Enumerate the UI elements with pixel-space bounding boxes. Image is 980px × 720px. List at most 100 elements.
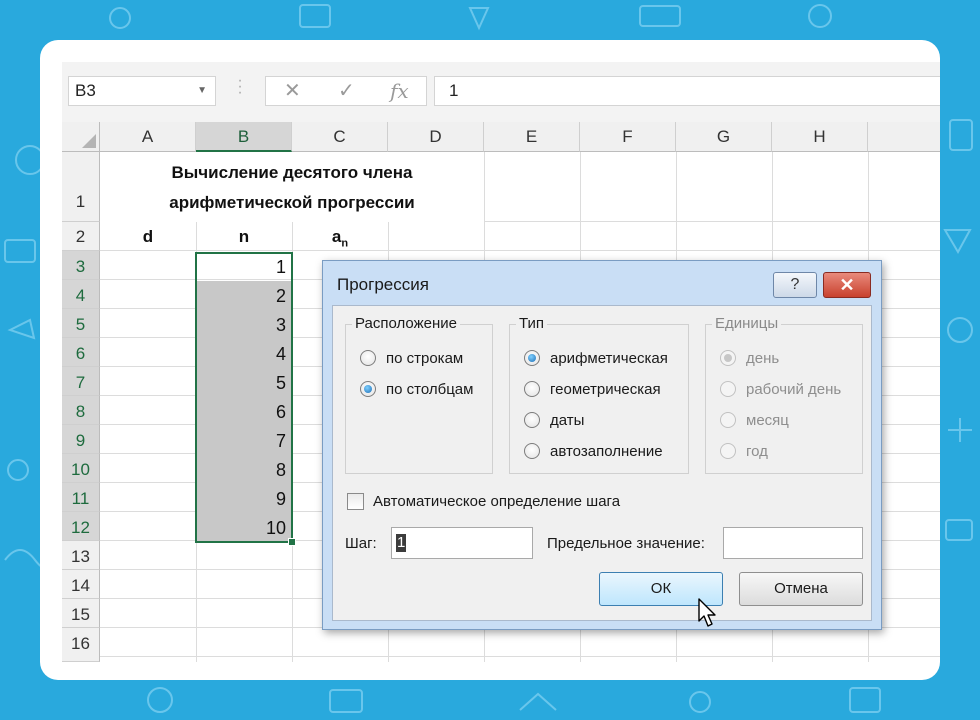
row-header-14[interactable]: 14 [62, 570, 100, 599]
n-cell[interactable]: 6 [196, 397, 292, 426]
dialog-body: Расположение по строкам по столбцам Тип … [332, 305, 872, 621]
radio-month-label: месяц [746, 412, 789, 429]
header-an-cell[interactable]: an [292, 224, 388, 250]
n-cell[interactable]: 8 [196, 455, 292, 484]
sheet-title-cell[interactable]: Вычисление десятого члена арифметической… [100, 152, 484, 222]
n-cell[interactable]: 2 [196, 281, 292, 310]
cancel-icon[interactable]: ✕ [284, 77, 301, 105]
enter-icon[interactable]: ✓ [338, 77, 355, 105]
close-button[interactable]: ✕ [823, 272, 871, 298]
radio-autofill-label: автозаполнение [550, 443, 663, 460]
radio-arithmetic[interactable]: арифметическая [524, 349, 668, 369]
fill-handle[interactable] [288, 538, 296, 546]
column-header-b[interactable]: B [196, 122, 292, 152]
row-header-9[interactable]: 9 [62, 425, 100, 454]
units-group-label: Единицы [712, 315, 782, 332]
radio-circle-icon [524, 381, 540, 397]
column-header-c[interactable]: C [292, 122, 388, 152]
insert-function-icon[interactable]: fx [390, 77, 409, 105]
header-d-cell[interactable]: d [100, 224, 196, 250]
units-group: Единицы день рабочий день месяц год [705, 315, 863, 474]
n-cell[interactable]: 10 [196, 513, 292, 542]
row-header-3[interactable]: 3 [62, 251, 100, 280]
location-group-label: Расположение [352, 315, 460, 332]
radio-month: месяц [720, 411, 789, 431]
limit-input[interactable] [723, 527, 863, 559]
row-header-11[interactable]: 11 [62, 483, 100, 512]
column-header-a[interactable]: A [100, 122, 196, 152]
header-an-subscript: n [341, 237, 349, 250]
formula-bar: B3 ▼ · · · ✕ ✓ fx 1 [62, 62, 940, 122]
row-header-6[interactable]: 6 [62, 338, 100, 367]
step-label: Шаг: [345, 535, 377, 552]
radio-circle-icon [524, 443, 540, 459]
radio-circle-icon [720, 412, 736, 428]
radio-circle-icon [720, 443, 736, 459]
progression-dialog: Прогрессия ? ✕ Расположение по строкам п… [322, 260, 882, 630]
row-header-8[interactable]: 8 [62, 396, 100, 425]
radio-day: день [720, 349, 779, 369]
auto-step-checkbox[interactable]: Автоматическое определение шага [347, 492, 620, 512]
row-header-4[interactable]: 4 [62, 280, 100, 309]
column-header-f[interactable]: F [580, 122, 676, 152]
radio-geometric[interactable]: геометрическая [524, 380, 661, 400]
radio-day-label: день [746, 350, 780, 367]
n-cell[interactable]: 9 [196, 484, 292, 513]
help-button[interactable]: ? [773, 272, 817, 298]
column-header-g[interactable]: G [676, 122, 772, 152]
radio-dates[interactable]: даты [524, 411, 584, 431]
name-box[interactable]: B3 ▼ [68, 76, 216, 106]
radio-dates-label: даты [550, 412, 585, 429]
type-group-label: Тип [516, 315, 548, 332]
row-header-16[interactable]: 16 [62, 628, 100, 662]
radio-autofill[interactable]: автозаполнение [524, 442, 663, 462]
auto-step-label: Автоматическое определение шага [373, 493, 621, 510]
column-header-d[interactable]: D [388, 122, 484, 152]
formula-buttons: ✕ ✓ fx [265, 76, 427, 106]
n-cell[interactable]: 4 [196, 339, 292, 368]
radio-by-rows-label: по строкам [386, 350, 464, 367]
row-header-2[interactable]: 2 [62, 222, 100, 251]
name-box-value: B3 [75, 81, 96, 100]
radio-selected-icon [720, 350, 736, 366]
row-header-7[interactable]: 7 [62, 367, 100, 396]
n-cell[interactable]: 7 [196, 426, 292, 455]
row-header-10[interactable]: 10 [62, 454, 100, 483]
dialog-title: Прогрессия [337, 275, 429, 294]
select-all-corner[interactable] [62, 122, 100, 152]
column-header-i[interactable]: I [868, 122, 940, 152]
radio-geometric-label: геометрическая [550, 381, 661, 398]
step-input[interactable]: 1 [391, 527, 533, 559]
n-cell[interactable]: 5 [196, 368, 292, 397]
drag-handle-icon[interactable]: · · · [236, 73, 244, 101]
radio-arithmetic-label: арифметическая [550, 350, 668, 367]
radio-year-label: год [746, 443, 768, 460]
n-cell[interactable]: 1 [196, 252, 292, 281]
radio-by-columns-label: по столбцам [386, 381, 474, 398]
type-group: Тип арифметическая геометрическая даты а… [509, 315, 689, 474]
row-header-5[interactable]: 5 [62, 309, 100, 338]
radio-selected-icon [524, 350, 540, 366]
radio-year: год [720, 442, 768, 462]
formula-input[interactable]: 1 [434, 76, 940, 106]
row-header-13[interactable]: 13 [62, 541, 100, 570]
row-header-12[interactable]: 12 [62, 512, 100, 541]
sheet-title-line2: арифметической прогрессии [169, 193, 415, 212]
chevron-down-icon[interactable]: ▼ [197, 77, 207, 105]
checkbox-icon [347, 493, 364, 510]
row-header-15[interactable]: 15 [62, 599, 100, 628]
header-an-text: a [331, 227, 342, 246]
cancel-button[interactable]: Отмена [739, 572, 863, 606]
location-group: Расположение по строкам по столбцам [345, 315, 493, 474]
header-n-cell[interactable]: n [196, 224, 292, 250]
row-header-1[interactable]: 1 [62, 152, 100, 222]
radio-by-columns[interactable]: по столбцам [360, 380, 473, 400]
column-header-h[interactable]: H [772, 122, 868, 152]
radio-workday-label: рабочий день [746, 381, 842, 398]
n-cell[interactable]: 3 [196, 310, 292, 339]
radio-by-rows[interactable]: по строкам [360, 349, 463, 369]
radio-circle-icon [524, 412, 540, 428]
radio-circle-icon [720, 381, 736, 397]
radio-circle-icon [360, 350, 376, 366]
column-header-e[interactable]: E [484, 122, 580, 152]
